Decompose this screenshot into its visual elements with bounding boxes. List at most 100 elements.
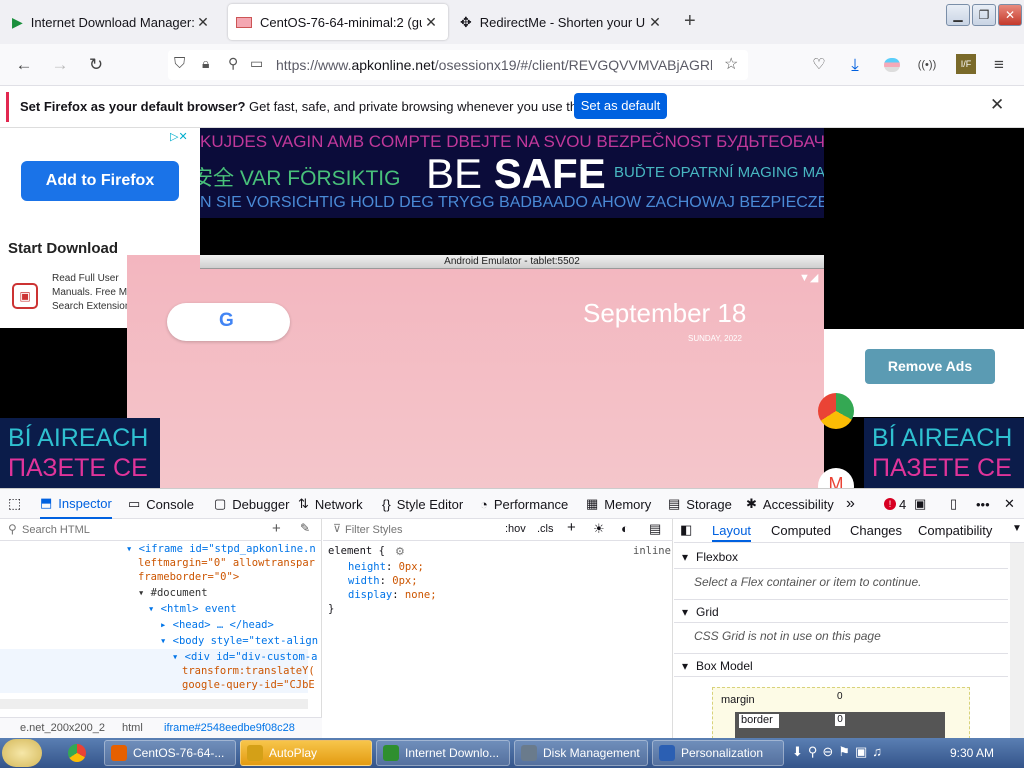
tree-line[interactable]: ▸ <head> … </head> <box>160 619 274 631</box>
rule-source[interactable]: inline <box>633 545 671 557</box>
adchoices-icon[interactable]: ▷✕ <box>170 130 188 143</box>
close-tab-icon[interactable]: ✕ <box>194 14 212 31</box>
tab-network[interactable]: ⇅ Network <box>298 489 363 519</box>
extension-icon[interactable]: ((•)) <box>914 53 940 77</box>
box-model-border[interactable]: border 0 <box>735 712 945 740</box>
taskbar-item[interactable]: Internet Downlo... <box>376 740 510 766</box>
add-node-icon[interactable]: + <box>272 520 281 537</box>
taskbar-item[interactable]: Disk Management <box>514 740 648 766</box>
remove-ads-button[interactable]: Remove Ads <box>865 349 995 384</box>
tree-line[interactable]: ▾ <html> event <box>148 603 237 615</box>
breadcrumb-item[interactable]: iframe#2548eedbe9f08c28 <box>164 722 295 734</box>
url-text[interactable]: https://www.apkonline.net/osessionx19/#/… <box>276 57 712 73</box>
breadcrumb-item[interactable]: html <box>122 722 143 734</box>
clock[interactable]: 9:30 AM <box>950 746 994 760</box>
lock-icon[interactable]: 🔒︎ <box>202 55 209 72</box>
eyedropper-icon[interactable]: ✎ <box>300 521 310 535</box>
section-header[interactable]: ▾ Flexbox <box>674 545 1008 569</box>
tab-inspector[interactable]: ⬒ Inspector <box>40 489 112 519</box>
more-options-icon[interactable]: ••• <box>976 489 990 519</box>
gear-icon[interactable]: ⚙ <box>395 545 405 558</box>
idm-extension-icon[interactable]: I/F <box>956 54 976 74</box>
google-search-widget[interactable]: G <box>167 303 290 341</box>
taskbar-item[interactable]: AutoPlay <box>240 740 372 766</box>
shield-icon[interactable]: ⛉ <box>174 55 185 72</box>
tab-idm[interactable]: ▶ Internet Download Manager: Th ✕ <box>4 4 220 40</box>
android-emulator[interactable]: Android Emulator - tablet:5502 ▼◢ G Sept… <box>127 255 824 488</box>
pocket-icon[interactable]: ♡ <box>806 53 832 77</box>
taskbar-item[interactable]: CentOS-76-64-... <box>104 740 236 766</box>
tree-line[interactable]: ▾ #document <box>138 587 208 599</box>
tab-storage[interactable]: ▤ Storage <box>668 489 732 519</box>
close-devtools-icon[interactable]: ✕ <box>1004 489 1015 519</box>
section-header[interactable]: ▾ Grid <box>674 599 1008 623</box>
tree-line[interactable]: ▾ <body style="text-align <box>160 635 318 647</box>
close-tab-icon[interactable]: ✕ <box>422 14 440 31</box>
hover-toggle[interactable]: :hov <box>505 523 526 535</box>
tree-line[interactable]: google-query-id="CJbE <box>182 679 315 691</box>
chrome-taskbar-icon[interactable] <box>68 744 86 762</box>
downloads-icon[interactable]: ⤓ <box>842 53 868 77</box>
vertical-scrollbar[interactable] <box>1010 543 1024 739</box>
close-icon[interactable]: ✕ <box>990 95 1004 115</box>
be-safe-banner[interactable]: KUJDES VAGIN AMB COMPTE DBEJTE NA SVOU B… <box>200 128 824 218</box>
add-to-firefox-button[interactable]: Add to Firefox <box>21 161 179 201</box>
light-theme-icon[interactable]: ☀ <box>593 521 605 537</box>
minimize-button[interactable]: ▁ <box>946 4 970 26</box>
side-banner-right[interactable]: BÍ AIREACH ПАЗЕТЕ СЕ <box>864 418 1024 488</box>
taskbar-item[interactable]: Personalization <box>652 740 784 766</box>
responsive-icon[interactable]: ▯ <box>950 489 957 519</box>
search-html-input[interactable] <box>22 521 262 539</box>
new-tab-button[interactable]: + <box>684 10 696 33</box>
set-default-button[interactable]: Set as default <box>574 93 667 119</box>
tab-changes[interactable]: Changes <box>850 523 902 538</box>
horizontal-scrollbar[interactable] <box>0 699 308 709</box>
sidebar-toggle-icon[interactable]: ◧ <box>680 522 692 538</box>
close-window-button[interactable]: ✕ <box>998 4 1022 26</box>
tab-computed[interactable]: Computed <box>771 523 831 538</box>
more-tabs-icon[interactable]: » <box>846 489 855 519</box>
side-banner-left[interactable]: BÍ AIREACH ПАЗЕТЕ СЕ <box>0 418 160 488</box>
rule-prop[interactable]: width: 0px; <box>348 575 418 587</box>
error-count[interactable]: ! 4 <box>884 489 906 519</box>
tree-line[interactable]: leftmargin="0" allowtranspar <box>138 557 315 569</box>
rule-prop[interactable]: display: none; <box>348 589 437 601</box>
restore-button[interactable]: ❐ <box>972 4 996 26</box>
tree-line[interactable]: transform:translateY( <box>182 665 315 677</box>
rule-prop[interactable]: height: 0px; <box>348 561 424 573</box>
tab-style-editor[interactable]: {} Style Editor <box>382 489 463 519</box>
filter-styles-input[interactable] <box>345 521 495 539</box>
back-button[interactable]: ← <box>11 53 37 77</box>
forward-button[interactable]: → <box>47 53 73 77</box>
dark-theme-icon[interactable]: ◐ <box>621 521 629 536</box>
add-rule-icon[interactable]: + <box>567 519 576 536</box>
dock-icon[interactable]: ▣ <box>914 489 926 519</box>
tree-line[interactable]: frameborder="0"> <box>138 571 239 583</box>
breadcrumb-item[interactable]: e.net_200x200_2 <box>20 722 105 734</box>
print-icon[interactable]: ▤ <box>649 521 661 537</box>
element-picker-icon[interactable]: ⬚ <box>8 495 21 512</box>
tree-line[interactable]: ▾ <div id="div-custom-a <box>172 651 317 663</box>
tab-debugger[interactable]: ▢ Debugger <box>214 489 289 519</box>
chevron-down-icon[interactable]: ▼ <box>1012 523 1022 534</box>
bookmark-star-icon[interactable]: ☆ <box>724 54 738 74</box>
class-toggle[interactable]: .cls <box>537 523 554 535</box>
chrome-icon[interactable] <box>818 393 854 429</box>
tab-memory[interactable]: ▦ Memory <box>586 489 651 519</box>
screen-share-icon[interactable]: ▭ <box>250 55 263 72</box>
system-tray-icons[interactable]: ⬇⚲⊖⚑▣♫ <box>792 744 887 760</box>
close-tab-icon[interactable]: ✕ <box>646 14 664 31</box>
tab-performance[interactable]: ◔ Performance <box>480 489 568 519</box>
tab-redirectme[interactable]: ✥ RedirectMe - Shorten your URL ✕ <box>452 4 672 40</box>
margin-value[interactable]: 0 <box>837 691 843 702</box>
tab-console[interactable]: ▭ Console <box>128 489 194 519</box>
extension-flag-icon[interactable] <box>884 58 900 72</box>
tree-line[interactable]: ▾ <iframe id="stpd_apkonline.n <box>126 543 316 555</box>
tab-layout[interactable]: Layout <box>712 523 752 542</box>
border-value[interactable]: 0 <box>835 714 845 726</box>
box-model-margin[interactable]: margin 0 border 0 <box>712 687 970 740</box>
tab-compatibility[interactable]: Compatibility <box>918 523 992 538</box>
section-header[interactable]: ▾ Box Model <box>674 653 1008 677</box>
start-button[interactable] <box>2 739 42 767</box>
permissions-icon[interactable]: ⚲ <box>228 55 238 72</box>
